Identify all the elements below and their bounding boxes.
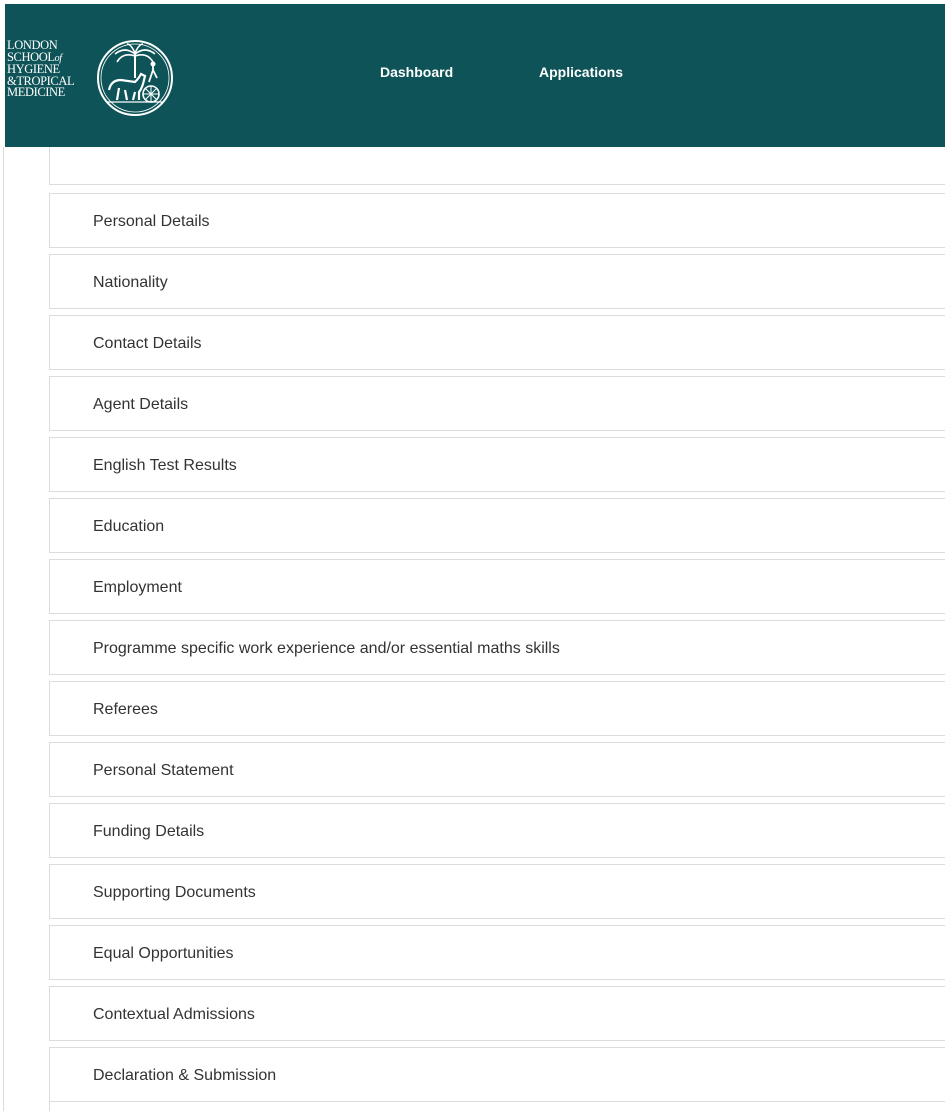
section-label: Personal Statement — [93, 762, 234, 779]
section-supporting-documents[interactable]: Supporting Documents — [49, 864, 945, 919]
section-label: Equal Opportunities — [93, 945, 234, 962]
section-agent-details[interactable]: Agent Details — [49, 376, 945, 431]
page-left-border — [3, 147, 4, 1111]
section-label: Contact Details — [93, 335, 202, 352]
logo-line-5: MEDICINE — [7, 85, 65, 99]
section-label: Programme specific work experience and/o… — [93, 640, 560, 657]
section-label: Nationality — [93, 274, 168, 291]
section-label: Employment — [93, 579, 182, 596]
section-contextual-admissions[interactable]: Contextual Admissions — [49, 986, 945, 1041]
section-nationality[interactable]: Nationality — [49, 254, 945, 309]
section-declaration-submission[interactable]: Declaration & Submission — [49, 1047, 945, 1102]
section-funding-details[interactable]: Funding Details — [49, 803, 945, 858]
site-header: LONDON SCHOOLof HYGIENE &TROPICAL MEDICI… — [5, 4, 945, 147]
section-label: Declaration & Submission — [93, 1067, 277, 1084]
section-equal-opportunities[interactable]: Equal Opportunities — [49, 925, 945, 980]
next-panel-edge — [49, 1101, 945, 1111]
section-label: Agent Details — [93, 396, 189, 413]
nav-dashboard-link[interactable]: Dashboard — [380, 64, 453, 80]
section-label: Personal Details — [93, 213, 210, 230]
section-referees[interactable]: Referees — [49, 681, 945, 736]
horse-chariot-emblem-icon — [97, 40, 173, 116]
section-personal-statement[interactable]: Personal Statement — [49, 742, 945, 797]
section-education[interactable]: Education — [49, 498, 945, 553]
section-english-test-results[interactable]: English Test Results — [49, 437, 945, 492]
section-contact-details[interactable]: Contact Details — [49, 315, 945, 370]
section-label: Supporting Documents — [93, 884, 256, 901]
nav-applications-link[interactable]: Applications — [539, 64, 623, 80]
section-label: Referees — [93, 701, 158, 718]
section-label: Funding Details — [93, 823, 205, 840]
section-employment[interactable]: Employment — [49, 559, 945, 614]
section-programme-specific-experience[interactable]: Programme specific work experience and/o… — [49, 620, 945, 675]
logo-wordmark: LONDON SCHOOLof HYGIENE &TROPICAL MEDICI… — [7, 39, 75, 99]
section-label: Education — [93, 518, 165, 535]
section-personal-details[interactable]: Personal Details — [49, 193, 945, 248]
section-label: Contextual Admissions — [93, 1006, 255, 1023]
section-label: English Test Results — [93, 457, 237, 474]
school-logo[interactable]: LONDON SCHOOLof HYGIENE &TROPICAL MEDICI… — [7, 38, 177, 122]
application-summary-panel — [49, 147, 945, 185]
